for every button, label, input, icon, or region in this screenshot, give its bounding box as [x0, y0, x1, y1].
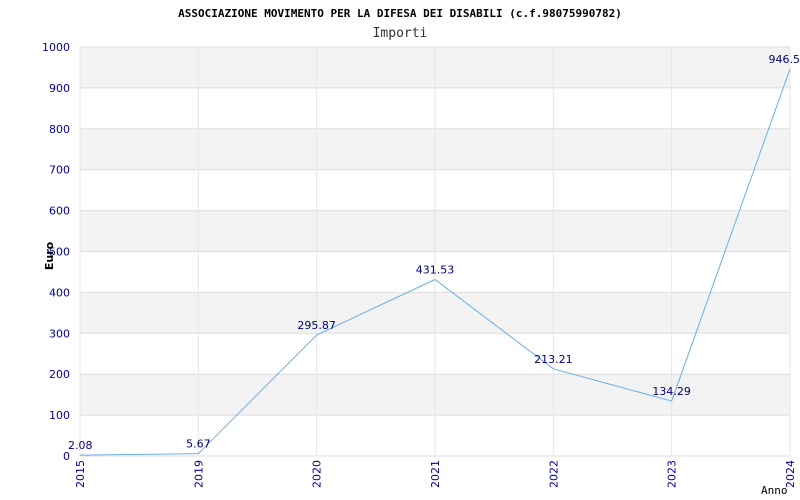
data-label: 431.53 — [416, 264, 455, 277]
y-tick-label: 700 — [49, 164, 70, 177]
data-label: 213.21 — [534, 353, 573, 366]
y-tick-label: 1000 — [42, 41, 70, 54]
x-tick-label: 2021 — [429, 460, 442, 488]
data-label: 946.5 — [769, 53, 800, 66]
chart-title: ASSOCIAZIONE MOVIMENTO PER LA DIFESA DEI… — [178, 7, 622, 20]
data-label: 134.29 — [652, 385, 691, 398]
data-label: 295.87 — [297, 319, 336, 332]
y-tick-label: 400 — [49, 286, 70, 299]
y-axis-label: Euro — [43, 241, 56, 270]
y-tick-label: 200 — [49, 368, 70, 381]
x-axis-label: Anno — [761, 484, 788, 497]
x-tick-label: 2015 — [74, 460, 87, 488]
x-tick-label: 2022 — [547, 460, 560, 488]
y-tick-label: 300 — [49, 327, 70, 340]
x-tick-label: 2023 — [666, 460, 679, 488]
y-tick-label: 800 — [49, 123, 70, 136]
chart-subtitle: Importi — [373, 26, 428, 41]
data-label: 5.67 — [186, 438, 211, 451]
y-tick-label: 100 — [49, 409, 70, 422]
x-axis: 2015 2019 2020 2021 2022 2023 2024 — [74, 460, 797, 488]
line-chart: ASSOCIAZIONE MOVIMENTO PER LA DIFESA DEI… — [42, 7, 800, 497]
x-tick-label: 2020 — [311, 460, 324, 488]
y-tick-label: 600 — [49, 205, 70, 218]
y-tick-label: 900 — [49, 82, 70, 95]
data-label: 2.08 — [68, 439, 93, 452]
x-tick-label: 2019 — [192, 460, 205, 488]
